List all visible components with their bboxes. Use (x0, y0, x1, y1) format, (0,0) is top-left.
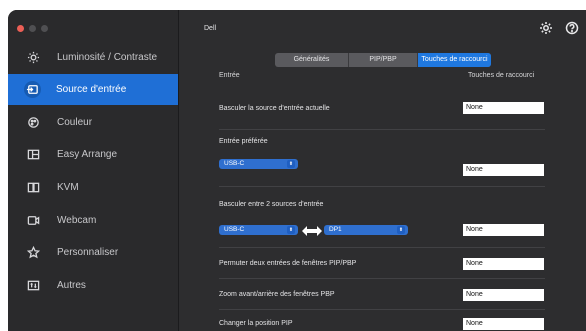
window-controls (17, 25, 48, 32)
source-b-value: DP1 (329, 226, 342, 233)
hotkey-field-switch-current[interactable]: None (463, 102, 544, 114)
help-icon[interactable] (565, 21, 579, 35)
close-window-button[interactable] (17, 25, 24, 32)
kvm-icon (26, 181, 40, 195)
preferred-input-label: Entrée préférée (219, 138, 268, 145)
sidebar-item-easy-arrange[interactable]: Easy Arrange (8, 139, 178, 170)
input-source-icon (24, 81, 41, 98)
tab-pip-pbp[interactable]: PIP/PBP (349, 53, 418, 67)
divider (219, 186, 545, 187)
sidebar-item-label: Easy Arrange (57, 149, 118, 160)
sidebar-item-label: Luminosité / Contraste (57, 52, 158, 63)
divider (219, 247, 545, 248)
source-a-value: USB-C (224, 226, 245, 233)
sidebar-item-label: Couleur (57, 117, 93, 128)
column-header-input: Entrée (219, 72, 240, 79)
tab-bar: Généralités PIP/PBP Touches de raccourci (275, 53, 491, 67)
sidebar-item-color[interactable]: Couleur (8, 107, 178, 138)
chevron-updown-icon: ⬍ (287, 160, 295, 168)
sidebar: Luminosité / Contraste Source d'entrée C… (8, 10, 179, 331)
webcam-icon (26, 214, 40, 228)
sidebar-item-others[interactable]: Autres (8, 270, 178, 301)
hotkey-field-zoom-pbp[interactable]: None (463, 289, 544, 301)
sidebar-item-personalize[interactable]: Personnaliser (8, 237, 178, 268)
divider (219, 278, 545, 279)
source-b-select[interactable]: DP1 ⬍ (324, 225, 408, 235)
zoom-pbp-label: Zoom avant/arrière des fenêtres PBP (219, 291, 335, 298)
star-icon (26, 246, 40, 260)
gear-icon[interactable] (539, 21, 553, 35)
main-panel: Dell Généralités PIP/PBP Touches de racc… (179, 10, 586, 331)
sidebar-item-label: KVM (57, 182, 79, 193)
preferred-input-select[interactable]: USB-C ⬍ (219, 159, 298, 169)
sidebar-item-kvm[interactable]: KVM (8, 172, 178, 203)
column-header-hotkeys: Touches de raccourci (468, 72, 535, 79)
tab-general[interactable]: Généralités (275, 53, 349, 67)
sidebar-item-label: Source d'entrée (56, 84, 127, 95)
sidebar-item-label: Autres (57, 280, 86, 291)
chevron-updown-icon: ⬍ (287, 226, 295, 234)
hotkey-field-switch-two[interactable]: None (463, 224, 544, 236)
sidebar-item-webcam[interactable]: Webcam (8, 205, 178, 236)
app-window: Luminosité / Contraste Source d'entrée C… (8, 10, 586, 331)
switch-current-label: Basculer la source d'entrée actuelle (219, 105, 330, 112)
divider (219, 129, 545, 130)
preferred-input-value: USB-C (224, 160, 245, 167)
hotkey-field-pip-position[interactable]: None (463, 318, 544, 330)
others-icon (26, 279, 40, 293)
sidebar-item-label: Webcam (57, 215, 97, 226)
sidebar-item-brightness[interactable]: Luminosité / Contraste (8, 42, 178, 73)
app-title: Dell (204, 25, 217, 32)
source-a-select[interactable]: USB-C ⬍ (219, 225, 298, 235)
swap-pip-label: Permuter deux entrées de fenêtres PIP/PB… (219, 260, 357, 267)
sun-icon (26, 51, 40, 65)
sidebar-item-label: Personnaliser (57, 247, 119, 258)
pip-position-label: Changer la position PIP (219, 320, 293, 327)
switch-two-label: Basculer entre 2 sources d'entrée (219, 201, 324, 208)
sidebar-item-input-source[interactable]: Source d'entrée (8, 74, 178, 105)
color-icon (26, 116, 40, 130)
divider (219, 309, 545, 310)
chevron-updown-icon: ⬍ (397, 226, 405, 234)
tab-hotkeys[interactable]: Touches de raccourci (418, 53, 491, 67)
swap-arrows-icon (302, 224, 322, 236)
minimize-window-button[interactable] (29, 25, 36, 32)
hotkey-field-preferred-input[interactable]: None (463, 164, 544, 176)
layout-icon (26, 148, 40, 162)
hotkey-field-swap-pip[interactable]: None (463, 258, 544, 270)
zoom-window-button[interactable] (41, 25, 48, 32)
